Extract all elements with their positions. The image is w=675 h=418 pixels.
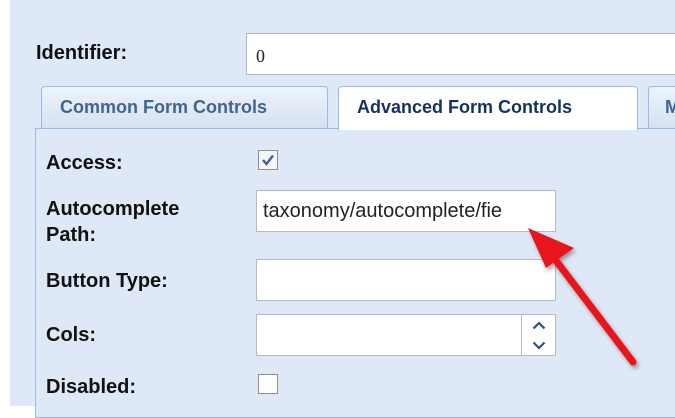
autocomplete-path-label: Autocomplete Path: [46, 196, 179, 248]
button-type-label: Button Type: [46, 270, 168, 292]
autocomplete-path-input[interactable]: taxonomy/autocomplete/fie [256, 190, 556, 232]
cols-spinner [521, 315, 556, 355]
cols-label: Cols: [46, 324, 96, 346]
button-type-input[interactable] [256, 259, 556, 301]
tab-advanced-form-controls[interactable]: Advanced Form Controls [338, 86, 638, 130]
access-label: Access: [46, 152, 123, 174]
spinner-up-button[interactable] [522, 315, 556, 335]
chevron-down-icon [532, 341, 546, 350]
disabled-label: Disabled: [46, 376, 137, 398]
checkmark-icon [262, 154, 274, 166]
identifier-input[interactable]: 0 [246, 33, 675, 75]
cols-input[interactable] [256, 314, 556, 356]
spinner-down-button[interactable] [522, 335, 556, 355]
tab-more[interactable]: M [648, 86, 675, 128]
chevron-up-icon [532, 320, 546, 329]
identifier-label: Identifier: [36, 42, 128, 64]
autocomplete-path-label-line1: Autocomplete [46, 198, 180, 220]
tab-common-form-controls[interactable]: Common Form Controls [41, 86, 328, 128]
access-checkbox[interactable] [258, 150, 278, 170]
disabled-checkbox[interactable] [258, 374, 278, 394]
autocomplete-path-label-line2: Path: [46, 224, 96, 246]
